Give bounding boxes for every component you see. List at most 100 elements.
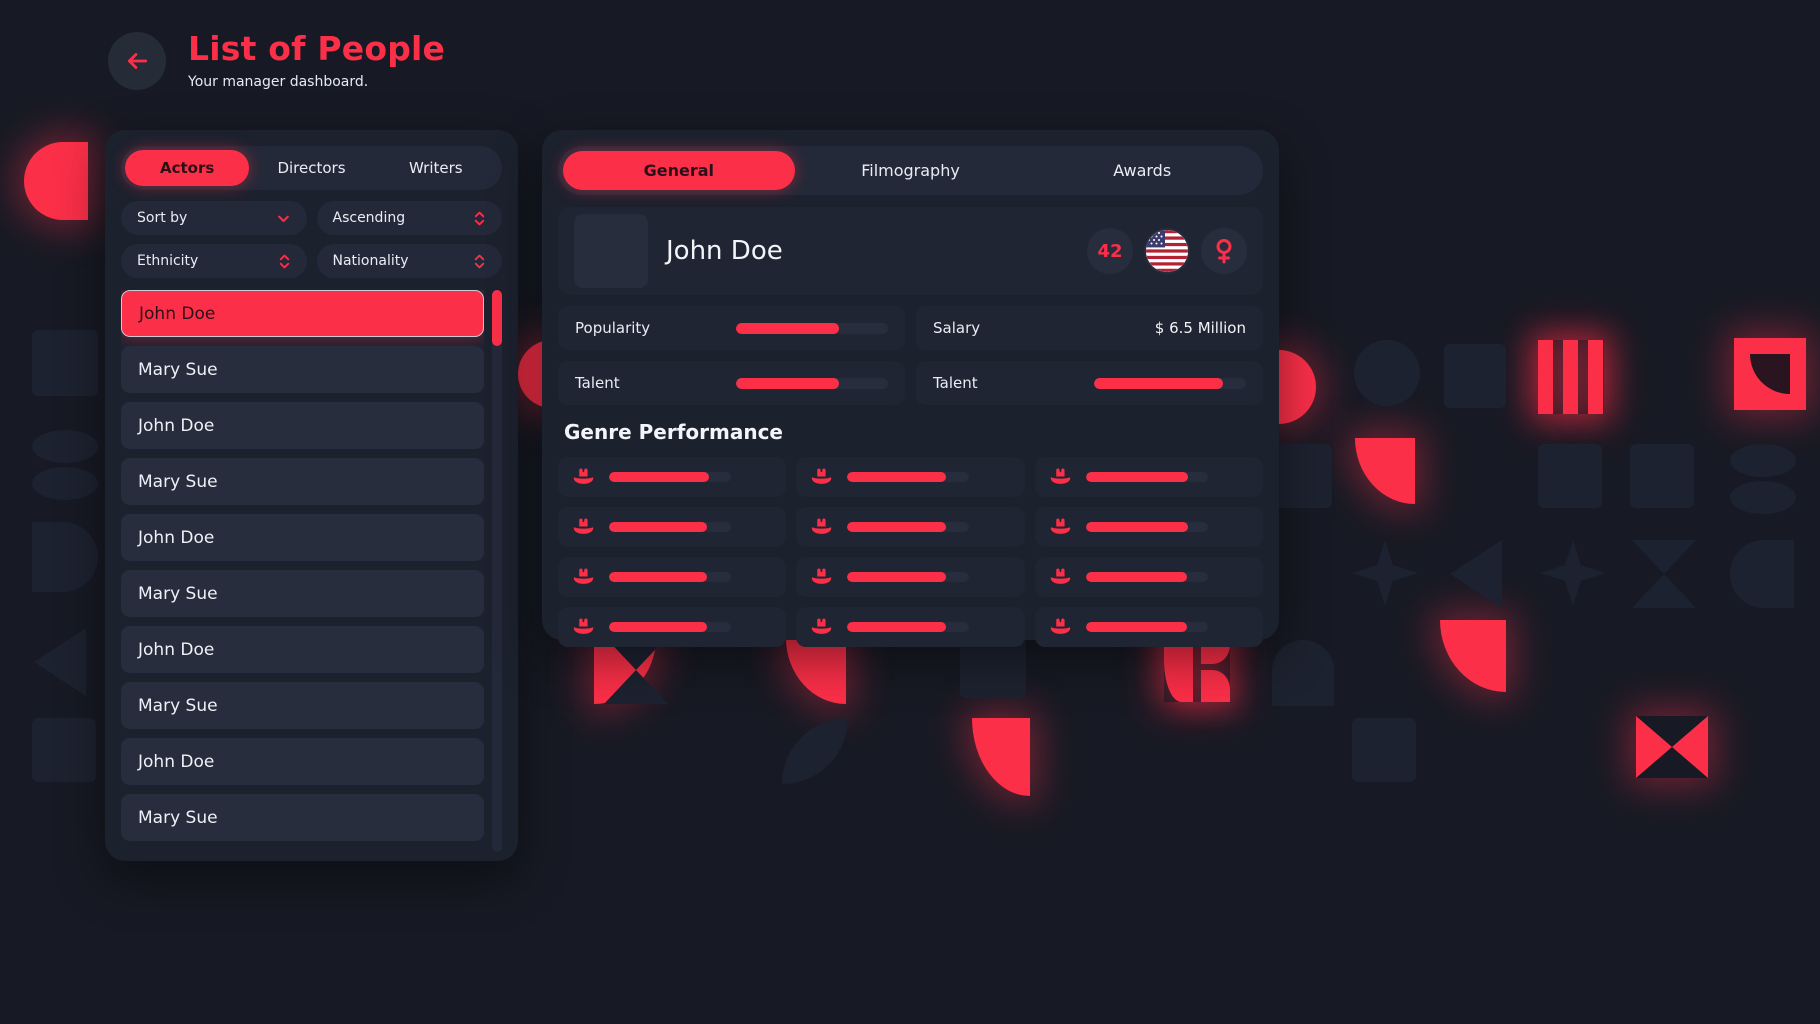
- cowboy-hat-icon: [1049, 618, 1072, 636]
- tab-filmography[interactable]: Filmography: [795, 151, 1027, 190]
- people-list: John Doe Mary Sue John Doe Mary Sue John Doe…: [121, 290, 484, 852]
- background-shape-half-circle-left: [24, 142, 88, 220]
- age-badge[interactable]: 42: [1087, 228, 1133, 274]
- back-button[interactable]: [108, 32, 166, 90]
- filter-nationality[interactable]: Nationality: [316, 244, 502, 278]
- background-shape-quarter-circle-3: [972, 718, 1030, 796]
- tab-writers[interactable]: Writers: [374, 150, 498, 186]
- background-shape-dark-sq-g: [1352, 718, 1416, 782]
- background-shape-dark-blob-k: [1730, 444, 1796, 514]
- genre-progress-bar: [847, 622, 970, 632]
- female-gender-icon: [1212, 238, 1236, 264]
- genre-progress-bar: [1085, 572, 1208, 582]
- background-shape-dark-circle-g: [1354, 340, 1420, 406]
- genre-item: [796, 457, 1025, 497]
- background-shape-dark-sq-j: [1630, 444, 1694, 508]
- cowboy-hat-icon: [572, 618, 595, 636]
- list-item[interactable]: Mary Sue: [121, 682, 484, 729]
- background-shape-dark-hourglass-j: [1632, 540, 1696, 608]
- list-item[interactable]: John Doe: [121, 738, 484, 785]
- filter-row: Ethnicity Nationality: [121, 244, 502, 278]
- avatar: [574, 214, 648, 288]
- filter-label: Sort by: [137, 210, 188, 226]
- background-shape-dark-star-i: [1540, 540, 1606, 606]
- tab-awards[interactable]: Awards: [1026, 151, 1258, 190]
- genre-progress-bar: [847, 572, 970, 582]
- cowboy-hat-icon: [810, 518, 833, 536]
- scrollbar-thumb[interactable]: [492, 290, 502, 346]
- people-list-wrapper: John Doe Mary Sue John Doe Mary Sue John Doe…: [121, 290, 502, 852]
- list-item[interactable]: John Doe: [121, 402, 484, 449]
- genre-progress-bar: [609, 572, 731, 582]
- background-shape-dark-sq-i: [1538, 444, 1602, 508]
- genre-item: [796, 607, 1025, 647]
- cowboy-hat-icon: [810, 568, 833, 586]
- genre-item: [1034, 457, 1263, 497]
- genre-section-title: Genre Performance: [564, 420, 783, 444]
- filter-ethnicity[interactable]: Ethnicity: [121, 244, 307, 278]
- stat-label: Talent: [933, 374, 978, 392]
- genre-progress-bar: [609, 522, 731, 532]
- list-item[interactable]: Mary Sue: [121, 794, 484, 841]
- background-shape-bowtie-red: [1636, 716, 1708, 778]
- app-root: List of People Your manager dashboard. A…: [0, 0, 1820, 1024]
- cowboy-hat-icon: [572, 468, 595, 486]
- page-title: List of People: [188, 29, 446, 69]
- cowboy-hat-icon: [1049, 468, 1072, 486]
- list-item[interactable]: John Doe: [121, 290, 484, 337]
- genre-progress-bar: [1085, 472, 1208, 482]
- cowboy-hat-icon: [572, 568, 595, 586]
- background-shape-three-bars: [1538, 340, 1604, 414]
- list-item[interactable]: Mary Sue: [121, 346, 484, 393]
- background-shape-dark-arch-k: [1730, 540, 1794, 608]
- background-shape-dark-sq-h: [1444, 344, 1506, 408]
- background-shape-dark-sq-b: [32, 718, 96, 782]
- nationality-badge[interactable]: [1144, 228, 1190, 274]
- person-detail-panel: General Filmography Awards John Doe 42 P…: [542, 130, 1279, 647]
- cowboy-hat-icon: [572, 518, 595, 536]
- genre-item: [558, 507, 787, 547]
- background-shape-dark-star-g: [1352, 540, 1418, 606]
- filter-ascending[interactable]: Ascending: [316, 201, 502, 235]
- genre-item: [1034, 507, 1263, 547]
- filter-label: Ascending: [332, 210, 406, 226]
- filter-label: Nationality: [332, 253, 409, 269]
- background-shape-quarter-circle: [1355, 438, 1415, 504]
- genre-progress-bar: [1085, 622, 1208, 632]
- stat-talent: Talent: [916, 361, 1263, 405]
- genre-item: [558, 607, 787, 647]
- tab-general[interactable]: General: [563, 151, 795, 190]
- stat-label: Popularity: [575, 319, 651, 337]
- background-shape-dark-blob-a: [32, 430, 98, 500]
- stat-popularity: Popularity: [558, 306, 905, 350]
- stat-talent: Talent: [558, 361, 905, 405]
- cowboy-hat-icon: [1049, 518, 1072, 536]
- tab-directors[interactable]: Directors: [249, 150, 373, 186]
- genre-progress-bar: [847, 522, 970, 532]
- chevron-up-down-icon: [473, 210, 486, 227]
- filter-sort-by[interactable]: Sort by: [121, 201, 307, 235]
- arrow-left-icon: [124, 48, 150, 74]
- list-scrollbar[interactable]: [492, 290, 502, 852]
- background-shape-dark-tri-a: [34, 628, 86, 696]
- genre-progress-bar: [609, 622, 731, 632]
- page-header: List of People Your manager dashboard.: [108, 32, 445, 90]
- tab-actors[interactable]: Actors: [125, 150, 250, 186]
- background-shape-quarter-circle-2: [1440, 620, 1506, 692]
- stat-label: Salary: [933, 319, 981, 337]
- list-item[interactable]: Mary Sue: [121, 458, 484, 505]
- background-shape-rounded-square-red: [594, 638, 656, 704]
- genre-item: [1034, 607, 1263, 647]
- list-item[interactable]: John Doe: [121, 626, 484, 673]
- list-item[interactable]: John Doe: [121, 514, 484, 561]
- stat-progress-bar: [736, 377, 888, 389]
- cowboy-hat-icon: [1049, 568, 1072, 586]
- gender-badge[interactable]: [1201, 228, 1247, 274]
- stats-row: Talent Talent: [558, 361, 1263, 405]
- cowboy-hat-icon: [810, 618, 833, 636]
- stat-label: Talent: [575, 374, 620, 392]
- list-item[interactable]: Mary Sue: [121, 570, 484, 617]
- stats-grid: Popularity Salary $ 6.5 Million Talent Talen…: [558, 306, 1263, 405]
- stat-value: $ 6.5 Million: [1154, 319, 1246, 337]
- header-texts: List of People Your manager dashboard.: [188, 32, 445, 90]
